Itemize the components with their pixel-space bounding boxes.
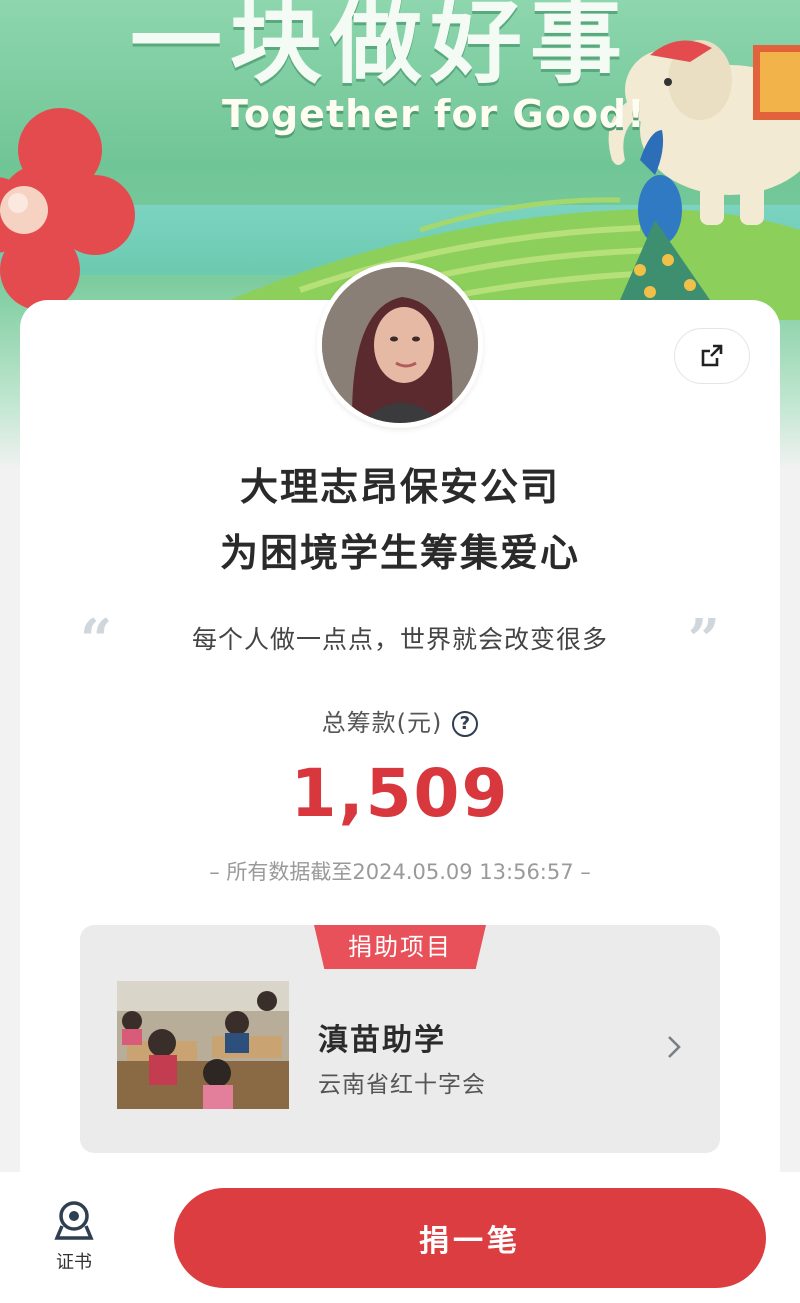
share-icon [701,344,723,367]
project-name: 滇苗助学 [318,1023,446,1058]
bottom-action-bar: 证书 捐一笔 [0,1172,800,1303]
banner-title-en: Together for Good! [222,92,646,136]
project-card[interactable]: 捐助项目 滇苗助学 云南省红十字会 [80,925,720,1153]
quote-row: “ 每个人做一点点，世界就会改变很多 ” [80,612,720,668]
data-timestamp: – 所有数据截至2024.05.09 13:56:57 – [209,860,591,884]
donate-button[interactable]: 捐一笔 [174,1188,766,1288]
certificate-label: 证书 [56,1252,92,1273]
avatar-photo [322,267,478,423]
project-tag: 捐助项目 [314,925,486,969]
chevron-right-icon [668,1036,681,1058]
certificate-button[interactable]: 证书 [44,1198,104,1278]
total-raised-label-text: 总筹款(元) [321,709,443,737]
certificate-icon [54,1201,94,1240]
organization-name: 大理志昂保安公司 [239,465,560,509]
banner-title-cn: 一块做好事 [130,0,631,96]
close-quote-icon: ” [687,607,720,673]
total-raised-amount: 1,509 [290,755,510,832]
share-button[interactable] [674,328,750,384]
campaign-quote: 每个人做一点点，世界就会改变很多 [191,625,608,654]
project-organization: 云南省红十字会 [318,1072,486,1098]
avatar [317,262,483,428]
campaign-subtitle: 为困境学生筹集爱心 [219,531,580,575]
total-raised-label: 总筹款(元)? [0,703,800,738]
flower-decoration [0,108,135,310]
project-thumbnail [117,981,289,1109]
help-circle-icon[interactable]: ? [452,711,479,737]
